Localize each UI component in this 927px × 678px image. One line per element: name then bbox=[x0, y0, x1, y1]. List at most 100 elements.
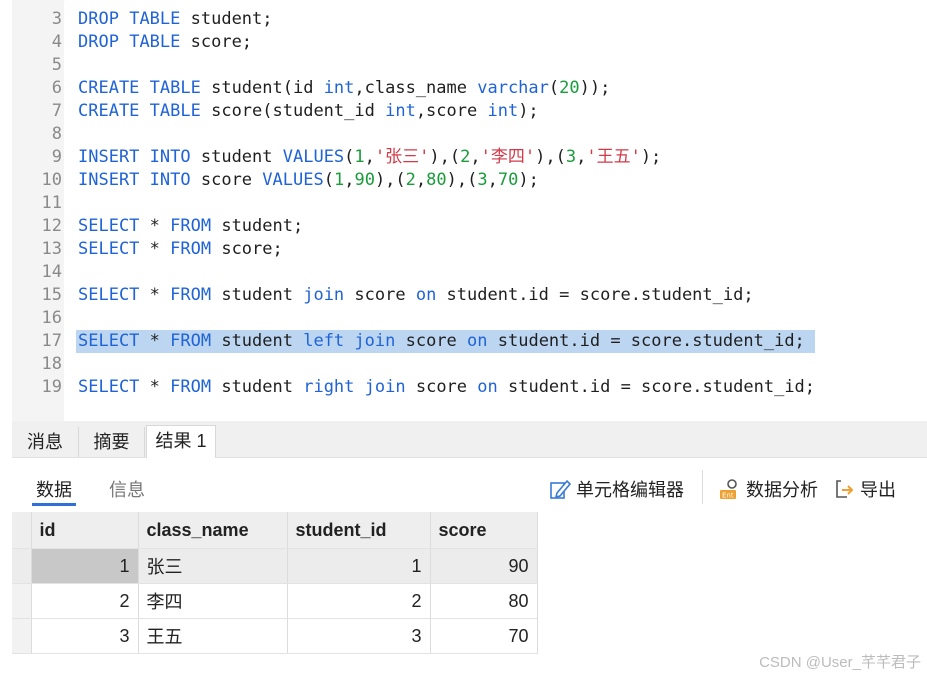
cell-class-name[interactable]: 王五 bbox=[138, 618, 288, 654]
code-token: student bbox=[211, 377, 304, 397]
row-marker-header bbox=[12, 512, 32, 549]
code-token: FROM bbox=[170, 239, 212, 259]
cell-class-name[interactable]: 张三 bbox=[138, 548, 288, 584]
tab-result-1[interactable]: 结果 1 bbox=[146, 425, 216, 459]
code-token: 3 bbox=[477, 170, 488, 190]
data-analysis-button[interactable]: Ent 数据分析 bbox=[718, 476, 818, 502]
code-token: * bbox=[139, 216, 171, 236]
code-token: int bbox=[487, 101, 519, 121]
column-header-student-id[interactable]: student_id bbox=[287, 512, 431, 549]
code-token: int bbox=[323, 78, 355, 98]
table-row[interactable]: 3 王五 3 70 bbox=[12, 618, 538, 654]
cell-student-id[interactable]: 2 bbox=[287, 583, 431, 619]
cell-score[interactable]: 90 bbox=[430, 548, 538, 584]
code-token: SELECT bbox=[78, 216, 140, 236]
column-header-score[interactable]: score bbox=[430, 512, 538, 549]
code-token: VALUES bbox=[282, 147, 345, 167]
cell-id[interactable]: 3 bbox=[31, 618, 139, 654]
code-token: FROM bbox=[170, 285, 212, 305]
cell-student-id[interactable]: 1 bbox=[287, 548, 431, 584]
code-line[interactable]: INSERT INTO student VALUES(1,'张三'),(2,'李… bbox=[78, 146, 661, 169]
code-token: TABLE bbox=[129, 32, 181, 52]
code-line[interactable]: SELECT * FROM score; bbox=[78, 238, 283, 261]
line-number: 15 bbox=[41, 285, 62, 305]
code-token: join bbox=[364, 377, 406, 397]
table-row[interactable]: 1 张三 1 90 bbox=[12, 548, 538, 584]
code-line[interactable]: SELECT * FROM student right join score o… bbox=[78, 376, 815, 399]
code-line[interactable]: INSERT INTO score VALUES(1,90),(2,80),(3… bbox=[78, 169, 539, 192]
table-row[interactable]: 2 李四 2 80 bbox=[12, 583, 538, 619]
line-number: 7 bbox=[51, 101, 62, 121]
code-line[interactable]: CREATE TABLE score(student_id int,score … bbox=[78, 100, 539, 123]
cell-id[interactable]: 2 bbox=[31, 583, 139, 619]
code-token: score(student_id bbox=[200, 101, 386, 121]
code-token: score; bbox=[180, 32, 253, 52]
export-label: 导出 bbox=[860, 480, 896, 500]
code-line[interactable]: SELECT * FROM student; bbox=[78, 215, 303, 238]
result-grid[interactable]: id class_name student_id score 1 张三 1 90… bbox=[12, 512, 538, 654]
code-token: '王五' bbox=[586, 147, 641, 167]
sql-editor[interactable]: 3 4 5 6 7 8 9 10 11 12 13 14 15 16 17 18 19 DROP TABLE s… bbox=[12, 0, 927, 421]
code-line-selected[interactable]: SELECT * FROM student left join score on… bbox=[76, 330, 815, 353]
row-marker[interactable] bbox=[12, 548, 32, 584]
column-header-class-name[interactable]: class_name bbox=[138, 512, 288, 549]
code-token: score bbox=[405, 377, 478, 397]
code-token: student.id = score.student_id; bbox=[487, 331, 805, 351]
code-token: ); bbox=[518, 101, 539, 121]
code-token: '张三' bbox=[374, 147, 430, 167]
data-analysis-icon: Ent bbox=[720, 479, 737, 500]
code-token: on bbox=[415, 285, 437, 305]
cell-id[interactable]: 1 bbox=[31, 548, 139, 584]
code-token: score bbox=[344, 285, 416, 305]
code-token: 1 bbox=[333, 170, 345, 190]
code-token: , bbox=[487, 170, 498, 190]
subtab-info[interactable]: 信息 bbox=[109, 476, 145, 502]
row-marker[interactable] bbox=[12, 583, 32, 619]
code-token: ,class_name bbox=[354, 78, 478, 98]
tab-summary[interactable]: 摘要 bbox=[79, 427, 145, 457]
table-header-row: id class_name student_id score bbox=[12, 512, 538, 549]
code-token: student(id bbox=[200, 78, 324, 98]
cell-class-name[interactable]: 李四 bbox=[138, 583, 288, 619]
code-token: 3 bbox=[565, 147, 577, 167]
code-token: ),( bbox=[535, 147, 566, 167]
code-token: DROP bbox=[78, 32, 119, 52]
export-button[interactable]: 导出 bbox=[832, 476, 896, 502]
code-token: INTO bbox=[149, 147, 191, 167]
code-token: right bbox=[303, 377, 355, 397]
code-line[interactable]: CREATE TABLE student(id int,class_name v… bbox=[78, 77, 610, 100]
cell-score[interactable]: 80 bbox=[430, 583, 538, 619]
code-line[interactable]: DROP TABLE student; bbox=[78, 8, 273, 31]
code-token: ); bbox=[640, 147, 662, 167]
tab-messages[interactable]: 消息 bbox=[12, 427, 79, 457]
cell-student-id[interactable]: 3 bbox=[287, 618, 431, 654]
code-token: * bbox=[139, 239, 171, 259]
code-token: )); bbox=[579, 78, 611, 98]
code-token: FROM bbox=[170, 216, 212, 236]
code-token: INSERT bbox=[78, 170, 140, 190]
code-token: ),( bbox=[446, 170, 478, 190]
code-token: join bbox=[354, 331, 396, 351]
subtab-data[interactable]: 数据 bbox=[36, 476, 72, 502]
column-header-id[interactable]: id bbox=[31, 512, 139, 549]
cell-score[interactable]: 70 bbox=[430, 618, 538, 654]
code-token: * bbox=[139, 285, 171, 305]
cell-editor-button[interactable]: 单元格编辑器 bbox=[548, 476, 684, 502]
svg-text:Ent: Ent bbox=[722, 492, 734, 500]
code-token: INSERT bbox=[78, 147, 140, 167]
code-token: student bbox=[211, 285, 304, 305]
code-line[interactable]: SELECT * FROM student join score on stud… bbox=[78, 284, 754, 307]
code-token: VALUES bbox=[262, 170, 324, 190]
code-line[interactable]: DROP TABLE score; bbox=[78, 31, 252, 54]
code-token: student; bbox=[211, 216, 304, 236]
code-area[interactable]: DROP TABLE student; DROP TABLE score; CREA… bbox=[76, 0, 927, 421]
line-number: 14 bbox=[41, 262, 62, 282]
line-number: 9 bbox=[51, 147, 62, 167]
code-token: ); bbox=[518, 170, 539, 190]
result-table: id class_name student_id score 1 张三 1 90… bbox=[12, 512, 538, 654]
row-marker[interactable] bbox=[12, 618, 32, 654]
code-token: 2 bbox=[405, 170, 416, 190]
